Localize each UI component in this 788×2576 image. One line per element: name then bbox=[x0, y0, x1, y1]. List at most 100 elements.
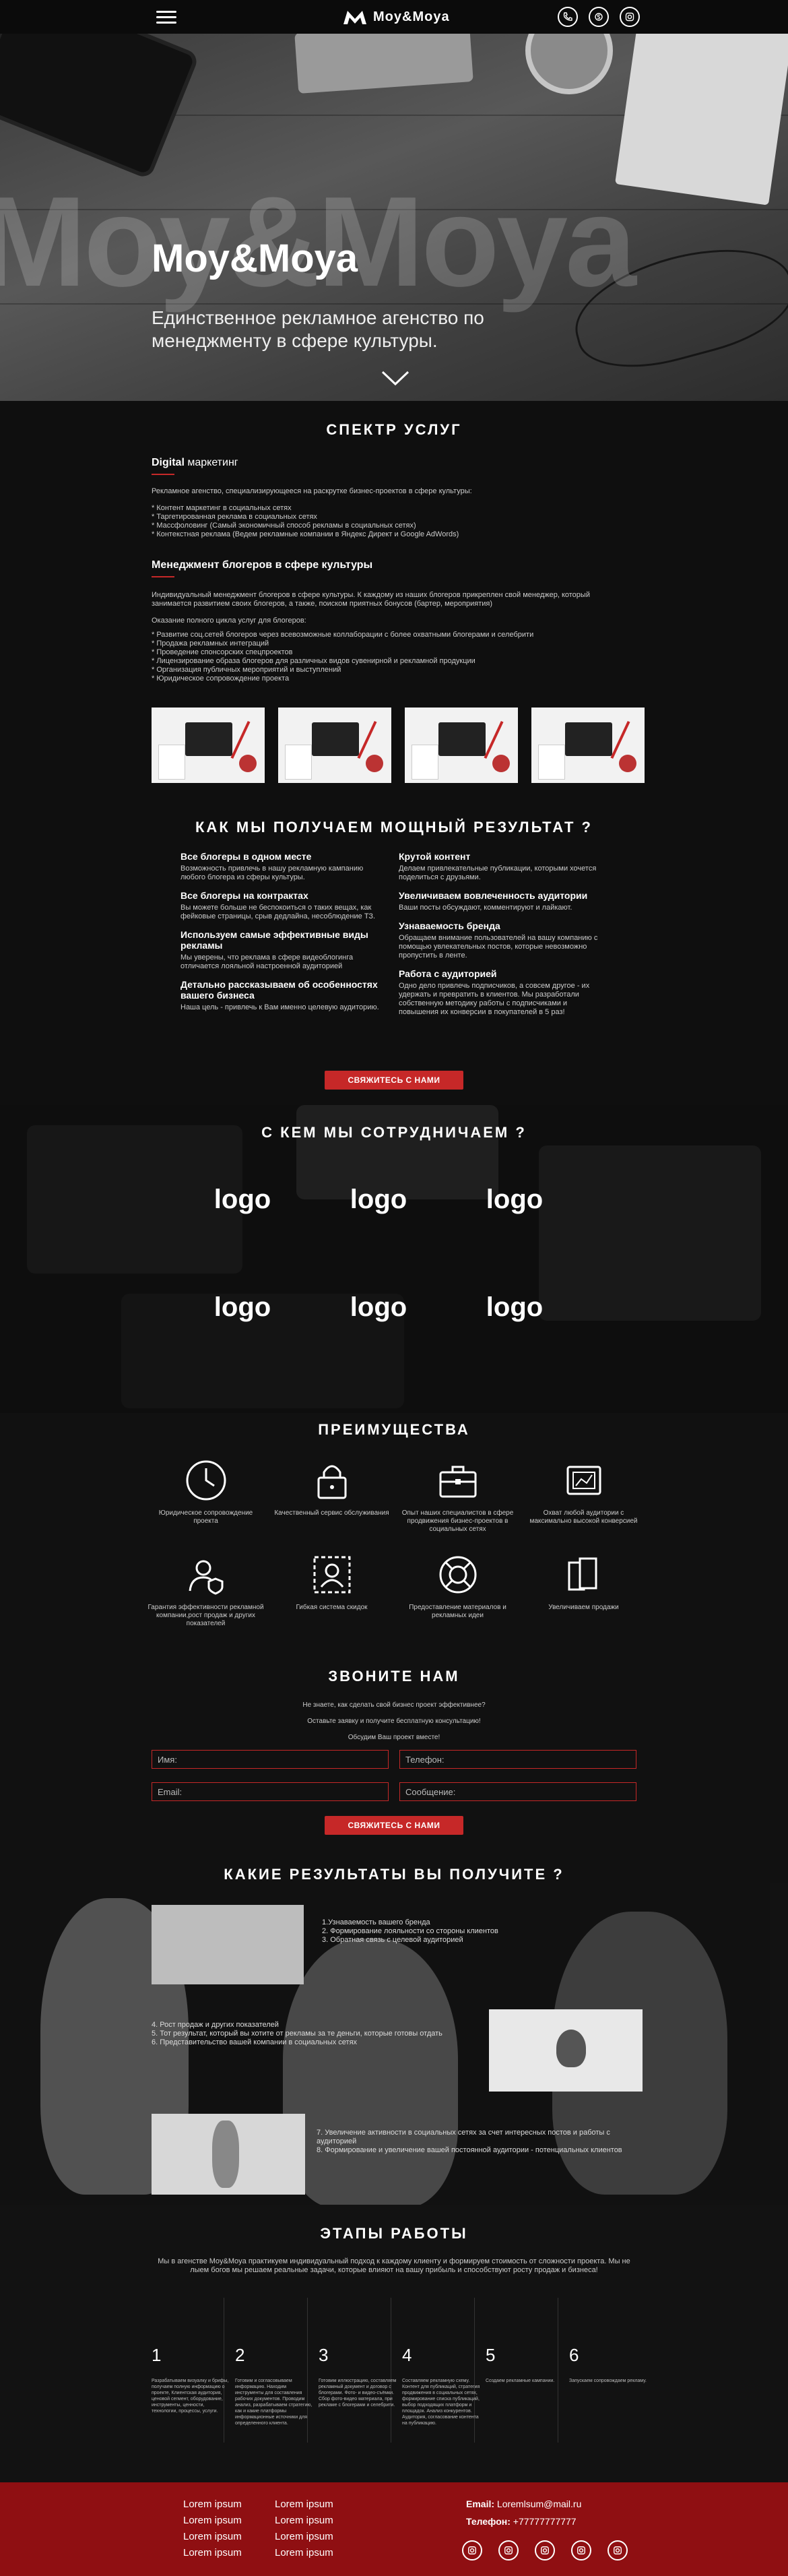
how-item-text: Обращаем внимание пользователей на вашу … bbox=[399, 934, 598, 960]
name-field[interactable] bbox=[152, 1750, 389, 1769]
how-item-heading: Все блогеры на контрактах bbox=[180, 890, 308, 901]
advantage-text: Гибкая система скидок bbox=[296, 1604, 368, 1611]
list-item: * Продажа рекламных интеграций bbox=[152, 639, 269, 648]
phone-icon[interactable] bbox=[558, 7, 578, 27]
tablet-photo bbox=[0, 34, 200, 181]
result-item: 7. Увеличение активности в социальных се… bbox=[317, 2129, 610, 2145]
results-group-1: 1.Узнаваемость вашего бренда 2. Формиров… bbox=[322, 1918, 524, 1945]
results-group-2: 4. Рост продаж и других показателей 5. Т… bbox=[152, 2021, 468, 2047]
how-right-column: Крутой контент Делаем привлекательные пу… bbox=[399, 851, 608, 1025]
footer: Lorem ipsum Lorem ipsum Lorem ipsum Lore… bbox=[0, 2482, 788, 2576]
stage-text: Готовим иллюстрацию, составляем рекламны… bbox=[319, 2379, 397, 2408]
footer-link[interactable]: Lorem ipsum bbox=[183, 2547, 242, 2558]
partner-logo[interactable]: logo bbox=[195, 1185, 290, 1215]
dancer-image bbox=[152, 2114, 305, 2195]
email-value[interactable]: Loremlsum@mail.ru bbox=[497, 2499, 581, 2509]
advantage-item: Предоставление материалов и рекламных ид… bbox=[399, 1551, 517, 1620]
phone-field[interactable] bbox=[399, 1750, 636, 1769]
brand-logo[interactable]: Moy&Moya bbox=[342, 7, 450, 27]
message-field[interactable] bbox=[399, 1782, 636, 1801]
email-field[interactable] bbox=[152, 1782, 389, 1801]
footer-link[interactable]: Lorem ipsum bbox=[183, 2515, 242, 2526]
lock-icon bbox=[308, 1457, 356, 1504]
top-navigation: Moy&Moya bbox=[0, 0, 788, 34]
partner-logo[interactable]: logo bbox=[195, 1292, 290, 1323]
partner-logo[interactable]: logo bbox=[467, 1292, 562, 1323]
list-item: * Контент маркетинг в социальных сетях bbox=[152, 504, 292, 512]
flower-shape bbox=[556, 2030, 586, 2067]
call-title: ЗВОНИТЕ НАМ bbox=[328, 1668, 460, 1685]
instagram-icon[interactable] bbox=[608, 2540, 628, 2561]
partners-title: С КЕМ МЫ СОТРУДНИЧАЕМ ? bbox=[261, 1124, 527, 1141]
result-item: 3. Обратная связь с целевой аудиторией bbox=[322, 1936, 463, 1944]
phone-value[interactable]: +77777777777 bbox=[513, 2516, 577, 2527]
instagram-icon[interactable] bbox=[462, 2540, 482, 2561]
list-item: * Контекстная реклама (Ведем рекламные к… bbox=[152, 530, 459, 538]
workspace-image bbox=[278, 708, 391, 783]
stage-number: 5 bbox=[486, 2345, 496, 2365]
footer-link[interactable]: Lorem ipsum bbox=[183, 2499, 242, 2510]
stage-text: Разрабатываем визуалку и брифы, получаем… bbox=[152, 2379, 229, 2414]
digital-block: Рекламное агенство, специализирующееся н… bbox=[152, 487, 636, 539]
digital-heading-rest: маркетинг bbox=[184, 457, 238, 468]
stage-text: Готовим и согласовываем информацию. Нахо… bbox=[235, 2379, 313, 2426]
how-item-text: Делаем привлекательные публикации, котор… bbox=[399, 865, 597, 881]
call-line: Обсудим Ваш проект вместе! bbox=[348, 1734, 440, 1741]
header-social-links bbox=[558, 7, 640, 27]
footer-link[interactable]: Lorem ipsum bbox=[183, 2531, 242, 2542]
chevron-down-icon[interactable] bbox=[381, 369, 410, 390]
hamburger-icon[interactable] bbox=[156, 11, 176, 24]
stage-text: Создаем рекламные кампании. bbox=[486, 2379, 555, 2383]
how-item-text: Наша цель - привлечь к Вам именно целеву… bbox=[180, 1003, 379, 1011]
contact-us-button[interactable]: СВЯЖИТЕСЬ С НАМИ bbox=[325, 1071, 463, 1090]
phone-label: Телефон: bbox=[466, 2516, 511, 2527]
how-item-heading: Увеличиваем вовлеченность аудитории bbox=[399, 890, 588, 901]
footer-link[interactable]: Lorem ipsum bbox=[275, 2515, 333, 2526]
how-item-heading: Работа с аудиторией bbox=[399, 968, 497, 979]
list-item: * Развитие соц.сетей блогеров через всев… bbox=[152, 631, 534, 639]
partner-logo[interactable]: logo bbox=[331, 1292, 426, 1323]
how-item-heading: Все блогеры в одном месте bbox=[180, 851, 312, 862]
footer-phone: Телефон: +77777777777 bbox=[466, 2516, 577, 2527]
page: Moy&Moya Moy&Moya Moy&Moya Единственное … bbox=[0, 0, 788, 2576]
call-line: Не знаете, как сделать свой бизнес проек… bbox=[302, 1701, 486, 1709]
workspace-image bbox=[405, 708, 518, 783]
skype-icon[interactable] bbox=[589, 7, 609, 27]
hero-subtitle: Единственное рекламное агенство по менед… bbox=[152, 307, 484, 351]
list-item: * Лицензирование образа блогеров для раз… bbox=[152, 657, 475, 665]
results-title: КАКИЕ РЕЗУЛЬТАТЫ ВЫ ПОЛУЧИТЕ ? bbox=[224, 1866, 564, 1883]
how-item-text: Возможность привлечь в нашу рекламную ка… bbox=[180, 865, 364, 881]
stages-section: ЭТАПЫ РАБОТЫ Мы в агенстве Moy&Moya прак… bbox=[0, 2205, 788, 2482]
tablet-icon bbox=[560, 1457, 608, 1504]
user-frame-icon bbox=[308, 1551, 356, 1598]
submit-contact-button[interactable]: СВЯЖИТЕСЬ С НАМИ bbox=[325, 1816, 463, 1835]
instagram-icon[interactable] bbox=[571, 2540, 591, 2561]
footer-link[interactable]: Lorem ipsum bbox=[275, 2499, 333, 2510]
email-label: Email: bbox=[466, 2499, 495, 2509]
how-item-heading: Используем самые эффективные виды реклам… bbox=[180, 929, 368, 951]
stages-title: ЭТАПЫ РАБОТЫ bbox=[320, 2225, 468, 2242]
services-title: СПЕКТР УСЛУГ bbox=[326, 421, 462, 438]
instagram-icon[interactable] bbox=[620, 7, 640, 27]
workspace-gallery bbox=[152, 708, 645, 783]
footer-link[interactable]: Lorem ipsum bbox=[275, 2531, 333, 2542]
hero-title: Moy&Moya bbox=[152, 237, 358, 280]
how-left-column: Все блогеры в одном месте Возможность пр… bbox=[180, 851, 389, 1020]
instagram-icon[interactable] bbox=[498, 2540, 519, 2561]
stage-item: 4 Составляем рекламную схему. Контент дл… bbox=[402, 2345, 480, 2426]
partner-logo[interactable]: logo bbox=[467, 1185, 562, 1215]
how-item-text: Вы можете больше не беспокоиться о таких… bbox=[180, 904, 376, 920]
advantage-item: Юридическое сопровождение проекта bbox=[147, 1457, 265, 1526]
stage-item: 5 Создаем рекламные кампании. bbox=[486, 2345, 564, 2384]
layers-icon bbox=[560, 1551, 608, 1598]
results-section: КАКИЕ РЕЗУЛЬТАТЫ ВЫ ПОЛУЧИТЕ ? 1.Узнавае… bbox=[0, 1844, 788, 2205]
advantages-title: ПРЕИМУЩЕСТВА bbox=[318, 1421, 470, 1438]
footer-link[interactable]: Lorem ipsum bbox=[275, 2547, 333, 2558]
partner-logo[interactable]: logo bbox=[331, 1185, 426, 1215]
partners-overlay bbox=[0, 1105, 788, 1413]
stage-number: 2 bbox=[235, 2345, 245, 2365]
flowers-image bbox=[489, 2009, 643, 2092]
instagram-icon[interactable] bbox=[535, 2540, 555, 2561]
lifebuoy-icon bbox=[434, 1551, 482, 1598]
stage-text: Составляем рекламную схему. Контент для … bbox=[402, 2379, 480, 2426]
